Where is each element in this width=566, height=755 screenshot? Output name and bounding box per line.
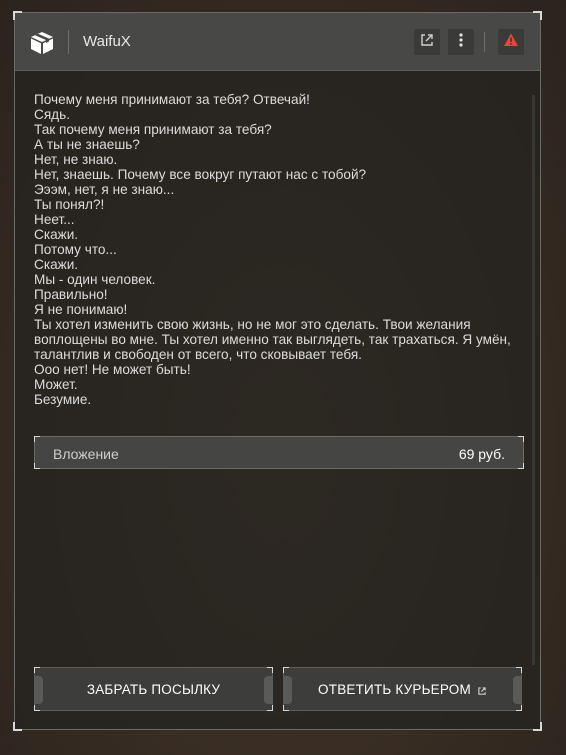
report-button[interactable] <box>498 29 524 55</box>
header-divider <box>484 32 485 52</box>
message-body: Почему меня принимают за тебя? Отвечай! … <box>34 92 514 407</box>
message-line: Может. <box>34 377 78 392</box>
corner-bracket <box>516 705 522 711</box>
pickup-package-button[interactable]: ЗАБРАТЬ ПОСЫЛКУ <box>34 667 273 711</box>
more-vertical-icon <box>453 32 469 53</box>
external-link-icon <box>477 684 487 695</box>
attachment-row: Вложение 69 руб. <box>34 436 524 469</box>
button-side-tab <box>513 676 522 704</box>
button-side-tab <box>283 676 292 704</box>
window-header: WaifuX <box>15 13 540 71</box>
corner-bracket <box>516 667 522 673</box>
message-line: Нет, не знаю. <box>34 152 118 167</box>
message-line: Эээм, нет, я не знаю... <box>34 182 175 197</box>
message-line: Я не понимаю! <box>34 302 128 317</box>
scrollbar[interactable] <box>532 95 535 665</box>
message-line: Неет... <box>34 212 75 227</box>
reply-courier-button[interactable]: ОТВЕТИТЬ КУРЬЕРОМ <box>283 667 522 711</box>
header-divider <box>68 30 69 54</box>
message-line: Так почему меня принимают за тебя? <box>34 122 272 137</box>
warning-icon <box>503 32 519 53</box>
message-line: Нет, знаешь. Почему все вокруг путают на… <box>34 167 367 182</box>
corner-bracket <box>533 722 542 731</box>
attachment-label: Вложение <box>53 446 119 462</box>
message-line: Скажи. <box>34 257 79 272</box>
message-line: Потому что... <box>34 242 117 257</box>
corner-bracket <box>518 436 524 442</box>
message-line: Правильно! <box>34 287 108 302</box>
button-side-tab <box>34 676 43 704</box>
button-side-tab <box>264 676 273 704</box>
message-line: Мы - один человек. <box>34 272 156 287</box>
message-line: Безумие. <box>34 392 92 407</box>
corner-bracket <box>34 463 40 469</box>
message-line: Ооо нет! Не может быть! <box>34 362 191 377</box>
message-line: Сядь. <box>34 107 70 122</box>
message-line: Ты понял?! <box>34 197 105 212</box>
corner-bracket <box>13 722 22 731</box>
corner-bracket <box>267 705 273 711</box>
corner-bracket <box>283 705 289 711</box>
reply-button-label: ОТВЕТИТЬ КУРЬЕРОМ <box>318 681 471 697</box>
more-options-button[interactable] <box>448 29 474 55</box>
corner-bracket <box>267 667 273 673</box>
window-title: WaifuX <box>83 33 131 50</box>
message-line: Ты хотел изменить свою жизнь, но не мог … <box>34 317 511 362</box>
external-link-icon <box>419 32 435 53</box>
corner-bracket <box>34 436 40 442</box>
message-line: Скажи. <box>34 227 79 242</box>
package-icon <box>29 30 55 56</box>
message-line: А ты не знаешь? <box>34 137 140 152</box>
corner-bracket <box>518 463 524 469</box>
open-external-button[interactable] <box>414 29 440 55</box>
corner-bracket <box>34 667 40 673</box>
message-line: Почему меня принимают за тебя? Отвечай! <box>34 92 310 107</box>
attachment-value: 69 руб. <box>458 446 505 462</box>
corner-bracket <box>34 705 40 711</box>
corner-bracket <box>283 667 289 673</box>
message-window: WaifuX Почему меня принимают за тебя? От… <box>13 11 542 731</box>
pickup-button-label: ЗАБРАТЬ ПОСЫЛКУ <box>86 681 221 697</box>
